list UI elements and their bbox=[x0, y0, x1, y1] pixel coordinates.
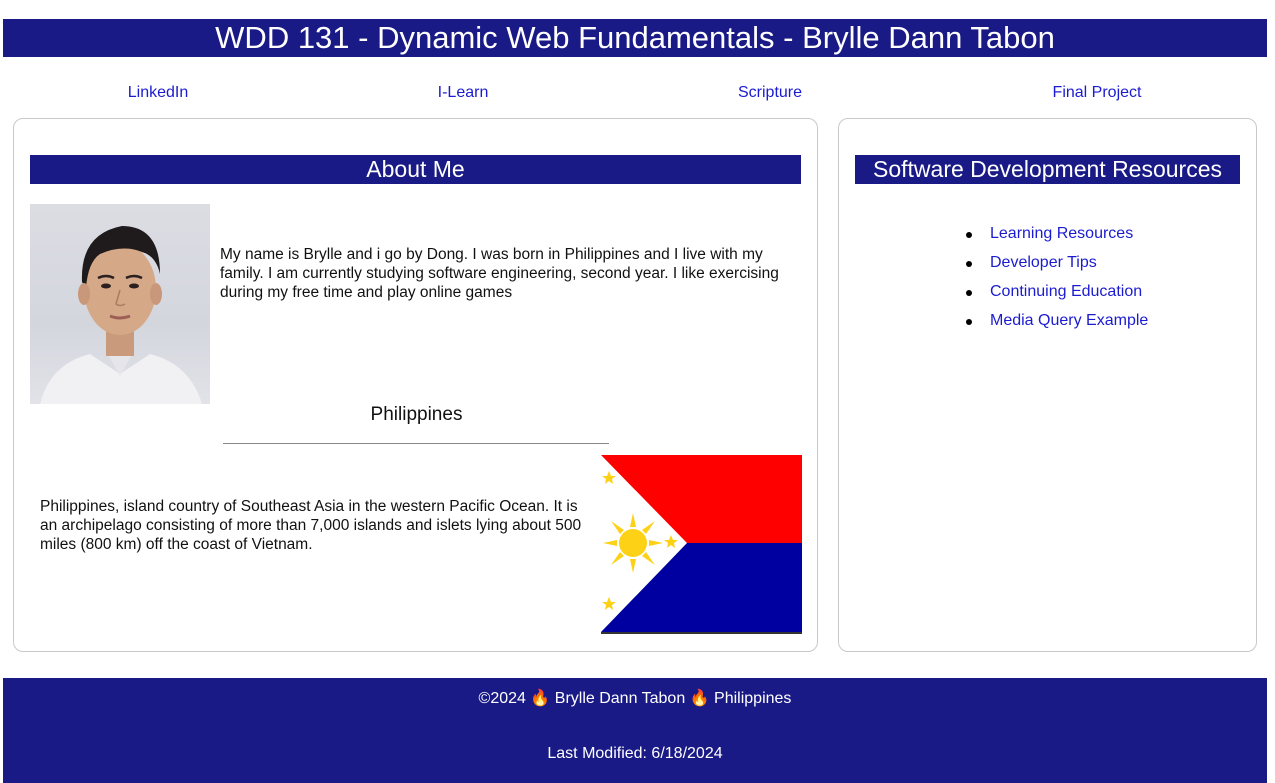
main-nav: LinkedIn I-Learn Scripture Final Project bbox=[0, 82, 1275, 106]
nav-link-final-project[interactable]: Final Project bbox=[1053, 82, 1142, 104]
footer-name: Brylle Dann Tabon bbox=[554, 690, 686, 707]
country-description: Philippines, island country of Southeast… bbox=[40, 497, 582, 553]
nav-link-ilearn[interactable]: I-Learn bbox=[438, 82, 489, 104]
fire-icon: 🔥 bbox=[689, 690, 710, 707]
nav-link-scripture[interactable]: Scripture bbox=[738, 82, 802, 104]
page-title: WDD 131 - Dynamic Web Fundamentals - Bry… bbox=[215, 20, 1055, 55]
page-footer: ©2024 🔥 Brylle Dann Tabon 🔥 Philippines … bbox=[3, 678, 1267, 783]
link-learning-resources[interactable]: Learning Resources bbox=[990, 225, 1133, 242]
resources-title: Software Development Resources bbox=[855, 155, 1240, 184]
footer-country: Philippines bbox=[714, 690, 792, 707]
section-divider bbox=[223, 443, 609, 444]
list-item: Developer Tips bbox=[966, 250, 1148, 279]
list-item: Learning Resources bbox=[966, 221, 1148, 250]
link-developer-tips[interactable]: Developer Tips bbox=[990, 254, 1097, 271]
nav-link-linkedin[interactable]: LinkedIn bbox=[128, 82, 189, 104]
link-media-query-example[interactable]: Media Query Example bbox=[990, 312, 1148, 329]
last-modified: Last Modified: 6/18/2024 bbox=[547, 745, 723, 762]
fire-icon: 🔥 bbox=[530, 690, 551, 707]
page-header: WDD 131 - Dynamic Web Fundamentals - Bry… bbox=[3, 19, 1267, 57]
copyright-text: ©2024 bbox=[478, 690, 526, 707]
footer-copyright-line: ©2024 🔥 Brylle Dann Tabon 🔥 Philippines bbox=[3, 689, 1267, 709]
about-title: About Me bbox=[30, 155, 801, 184]
link-continuing-education[interactable]: Continuing Education bbox=[990, 283, 1142, 300]
resources-list: Learning Resources Developer Tips Contin… bbox=[966, 221, 1148, 337]
philippines-flag bbox=[601, 455, 802, 634]
profile-photo bbox=[30, 204, 210, 404]
country-title: Philippines bbox=[370, 404, 463, 425]
about-bio: My name is Brylle and i go by Dong. I wa… bbox=[220, 245, 779, 301]
list-item: Continuing Education bbox=[966, 279, 1148, 308]
list-item: Media Query Example bbox=[966, 308, 1148, 337]
resources-card: Software Development Resources Learning … bbox=[838, 118, 1257, 652]
about-card: About Me My name is Brylle and i go by D… bbox=[13, 118, 818, 652]
